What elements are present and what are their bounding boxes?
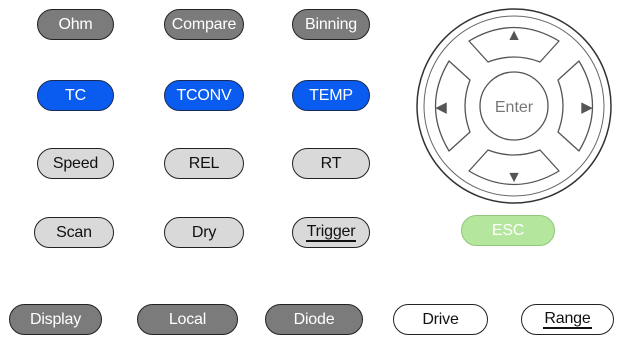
range-button[interactable]: Range [521,304,614,335]
esc-label: ESC [491,221,525,239]
range-label: Range [543,310,592,329]
drive-button[interactable]: Drive [393,304,488,335]
enter-label: Enter [495,99,534,116]
ohm-button[interactable]: Ohm [37,9,114,40]
trigger-button[interactable]: Trigger [292,217,370,248]
speed-button[interactable]: Speed [37,148,114,179]
diode-label: Diode [293,310,335,328]
compare-button[interactable]: Compare [164,9,244,40]
rel-label: REL [188,154,220,172]
dry-label: Dry [191,223,217,241]
arrow-right-icon: ▶ [581,99,593,116]
esc-button[interactable]: ESC [461,215,555,246]
display-label: Display [29,310,82,328]
rt-button[interactable]: RT [292,148,370,179]
ohm-label: Ohm [58,15,93,33]
binning-button[interactable]: Binning [292,9,370,40]
scan-button[interactable]: Scan [34,217,114,248]
speed-label: Speed [52,154,99,172]
tc-button[interactable]: TC [37,80,114,111]
tconv-label: TCONV [176,86,232,104]
compare-label: Compare [171,15,237,33]
trigger-label: Trigger [305,223,357,242]
tc-label: TC [65,86,86,104]
rt-label: RT [320,154,342,172]
tconv-button[interactable]: TCONV [164,80,244,111]
local-label: Local [168,310,207,328]
rel-button[interactable]: REL [164,148,244,179]
scan-label: Scan [56,223,92,241]
dry-button[interactable]: Dry [164,217,244,248]
binning-label: Binning [305,15,357,33]
arrow-down-icon: ▼ [506,169,522,186]
drive-label: Drive [422,310,459,328]
temp-button[interactable]: TEMP [292,80,370,111]
arrow-up-icon: ▲ [506,27,522,44]
navigation-pad: ▲ ▼ ◀ ▶ Enter [416,8,612,204]
enter-button[interactable]: Enter [479,71,549,141]
local-button[interactable]: Local [137,304,238,335]
temp-label: TEMP [309,86,353,104]
display-button[interactable]: Display [9,304,102,335]
diode-button[interactable]: Diode [265,304,363,335]
arrow-left-icon: ◀ [435,99,447,116]
